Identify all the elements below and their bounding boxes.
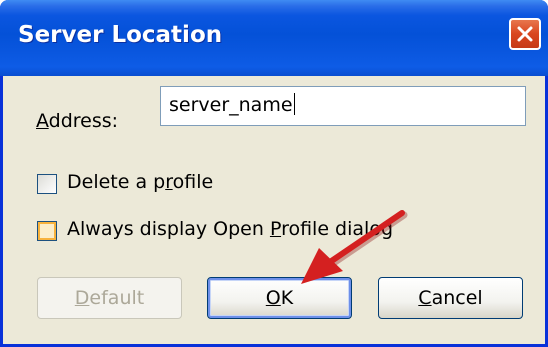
title-bar[interactable]: Server Location: [0, 0, 548, 76]
text-caret: [293, 93, 295, 115]
close-button[interactable]: [509, 18, 541, 50]
always-display-checkbox[interactable]: [37, 221, 57, 241]
dialog-title: Server Location: [18, 22, 223, 48]
always-display-label[interactable]: Always display Open Profile dialog: [67, 218, 393, 240]
delete-profile-label[interactable]: Delete a profile: [67, 171, 213, 193]
address-label: Address:: [36, 110, 119, 132]
address-value: server_name: [169, 94, 293, 116]
default-button[interactable]: Default: [37, 277, 182, 319]
close-icon: [517, 26, 533, 42]
ok-button[interactable]: OK: [207, 277, 352, 319]
cancel-button[interactable]: Cancel: [378, 277, 523, 319]
delete-profile-checkbox[interactable]: [37, 174, 57, 194]
address-input[interactable]: server_name: [160, 86, 526, 126]
